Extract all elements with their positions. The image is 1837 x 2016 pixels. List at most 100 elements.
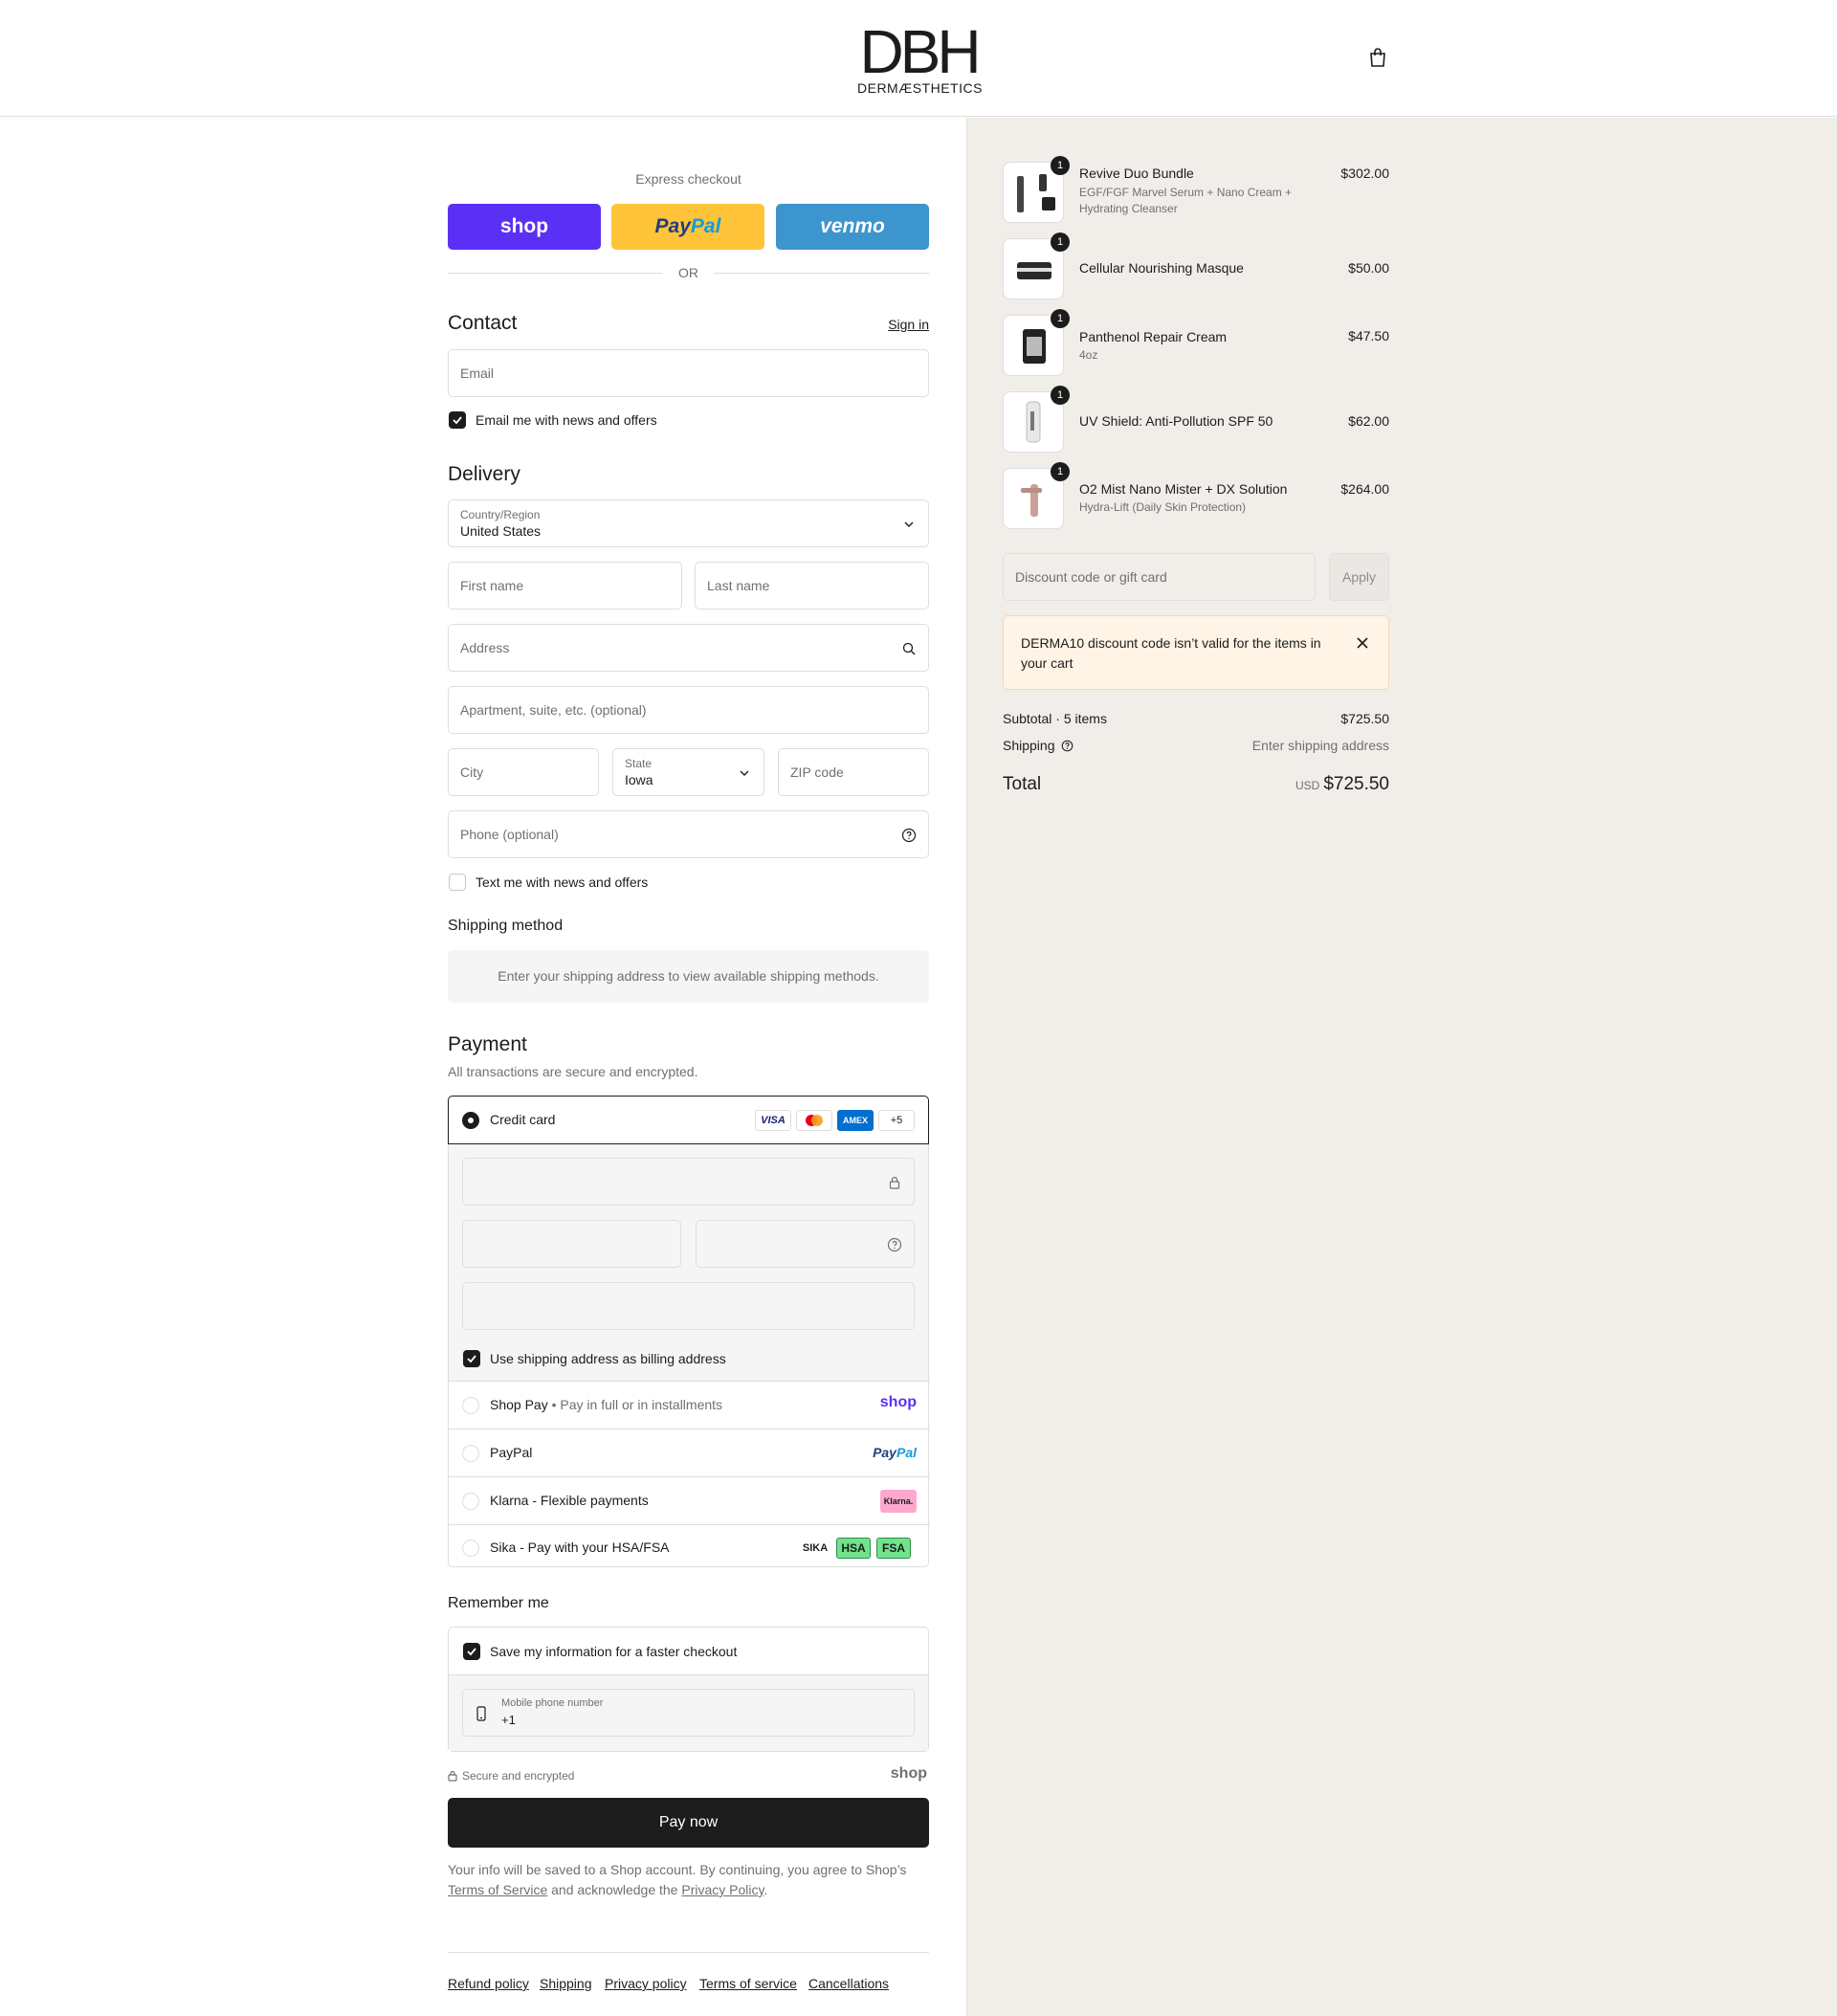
security-code-field[interactable] <box>696 1220 915 1268</box>
discount-error-notice: DERMA10 discount code isn’t valid for th… <box>1003 615 1389 690</box>
email-news-label: Email me with news and offers <box>476 412 657 428</box>
apartment-placeholder: Apartment, suite, etc. (optional) <box>460 702 647 718</box>
mobile-phone-icon <box>476 1706 486 1721</box>
legal-text-b: and acknowledge the <box>551 1882 678 1897</box>
shop-pay-radio[interactable] <box>462 1397 479 1414</box>
paypal-option[interactable]: PayPal PayPal <box>449 1429 930 1476</box>
first-name-field[interactable]: First name <box>448 562 682 609</box>
klarna-radio[interactable] <box>462 1493 479 1510</box>
legal-text-a: Your info will be saved to a Shop accoun… <box>448 1862 907 1877</box>
shop-logo: shop <box>499 215 549 237</box>
refund-policy-link[interactable]: Refund policy <box>448 1976 529 1991</box>
mobile-panel: Mobile phone number +1 <box>449 1674 928 1751</box>
item-name: O2 Mist Nano Mister + DX Solution <box>1079 481 1288 497</box>
state-select[interactable]: State Iowa <box>612 748 764 796</box>
shipping-method-info: Enter your shipping address to view avai… <box>448 950 929 1003</box>
save-info-checkbox[interactable] <box>463 1643 480 1660</box>
shop-logo: shop <box>890 1765 927 1782</box>
paypal-express-button[interactable]: Pay Pal <box>611 204 764 250</box>
terms-of-service-footer-link[interactable]: Terms of service <box>699 1976 797 1991</box>
terms-of-service-link[interactable]: Terms of Service <box>448 1882 547 1897</box>
item-name: Panthenol Repair Cream <box>1079 329 1228 344</box>
save-info-label: Save my information for a faster checkou… <box>490 1644 738 1659</box>
secure-text: Secure and encrypted <box>462 1769 575 1783</box>
shop-pay-express-button[interactable]: shop <box>448 204 601 250</box>
chevron-down-icon <box>740 770 749 776</box>
discount-error-text: DERMA10 discount code isn’t valid for th… <box>1021 635 1321 671</box>
cancellations-link[interactable]: Cancellations <box>808 1976 889 1991</box>
pay-now-button[interactable]: Pay now <box>448 1798 929 1848</box>
privacy-policy-footer-link[interactable]: Privacy policy <box>605 1976 687 1991</box>
shop-pay-option[interactable]: Shop Pay • Pay in full or in installment… <box>449 1381 930 1429</box>
credit-card-radio[interactable] <box>462 1112 479 1129</box>
amex-icon: AMEX <box>837 1110 874 1131</box>
sign-in-link[interactable]: Sign in <box>888 317 929 332</box>
mobile-phone-field[interactable]: Mobile phone number +1 <box>462 1689 915 1737</box>
mobile-phone-label: Mobile phone number <box>501 1697 604 1709</box>
item-name: UV Shield: Anti-Pollution SPF 50 <box>1079 413 1273 429</box>
state-label: State <box>625 757 653 770</box>
legal-text-c: . <box>764 1882 768 1897</box>
help-icon[interactable] <box>901 828 917 843</box>
zip-field[interactable]: ZIP code <box>778 748 929 796</box>
billing-address-label: Use shipping address as billing address <box>490 1351 726 1366</box>
text-news-checkbox[interactable] <box>449 874 466 891</box>
shopping-bag-icon[interactable] <box>1367 47 1388 68</box>
payment-heading: Payment <box>448 1033 527 1055</box>
city-field[interactable]: City <box>448 748 599 796</box>
klarna-option[interactable]: Klarna - Flexible payments Klarna. <box>449 1476 930 1524</box>
address-placeholder: Address <box>460 640 510 655</box>
total-value: $725.50 <box>1323 774 1389 794</box>
help-icon[interactable] <box>1061 740 1073 752</box>
total-value-group: USD $725.50 <box>1295 774 1389 795</box>
country-select[interactable]: Country/Region United States <box>448 499 929 547</box>
email-placeholder: Email <box>460 366 495 381</box>
shipping-link[interactable]: Shipping <box>540 1976 592 1991</box>
shop-pay-name: Shop Pay <box>490 1397 548 1412</box>
venmo-express-button[interactable]: venmo <box>776 204 929 250</box>
express-checkout-title: Express checkout <box>635 171 741 187</box>
last-name-field[interactable]: Last name <box>695 562 929 609</box>
sika-option[interactable]: Sika - Pay with your HSA/FSA SIKA HSA FS… <box>449 1524 930 1568</box>
apply-discount-button[interactable]: Apply <box>1329 553 1389 601</box>
item-price: $264.00 <box>1340 481 1389 497</box>
quantity-badge: 1 <box>1051 309 1070 328</box>
apartment-field[interactable]: Apartment, suite, etc. (optional) <box>448 686 929 734</box>
help-icon[interactable] <box>887 1237 902 1252</box>
close-icon[interactable] <box>1356 636 1369 650</box>
billing-address-checkbox[interactable] <box>463 1350 480 1367</box>
sika-radio[interactable] <box>462 1540 479 1557</box>
paypal-radio[interactable] <box>462 1445 479 1462</box>
email-field[interactable]: Email <box>448 349 929 397</box>
country-label: Country/Region <box>460 508 541 521</box>
credit-card-label: Credit card <box>490 1112 556 1127</box>
fsa-logo: FSA <box>876 1538 911 1559</box>
privacy-policy-link[interactable]: Privacy Policy <box>681 1882 764 1897</box>
email-news-checkbox[interactable] <box>449 411 466 429</box>
phone-placeholder: Phone (optional) <box>460 827 559 842</box>
card-number-field[interactable] <box>462 1158 915 1206</box>
total-currency: USD <box>1295 779 1320 792</box>
brand-tagline: DERMÆSTHETICS <box>857 80 983 96</box>
address-field[interactable]: Address <box>448 624 929 672</box>
expiration-field[interactable] <box>462 1220 681 1268</box>
brand-logo[interactable]: DBH DERMÆSTHETICS <box>857 21 983 96</box>
shipping-label-text: Shipping <box>1003 738 1055 753</box>
subtotal-label: Subtotal · 5 items <box>1003 711 1107 726</box>
quantity-badge: 1 <box>1051 156 1070 175</box>
more-cards-badge: +5 <box>878 1110 915 1131</box>
lock-icon <box>889 1176 900 1189</box>
card-fields-panel: Use shipping address as billing address <box>449 1144 928 1381</box>
phone-field[interactable]: Phone (optional) <box>448 810 929 858</box>
klarna-label: Klarna - Flexible payments <box>490 1493 649 1508</box>
shop-pay-logo: shop <box>879 1394 917 1410</box>
divider-line <box>714 273 929 274</box>
name-on-card-field[interactable] <box>462 1282 915 1330</box>
remember-me-box: Save my information for a faster checkou… <box>448 1627 929 1752</box>
discount-code-input[interactable]: Discount code or gift card <box>1003 553 1316 601</box>
discount-placeholder: Discount code or gift card <box>1015 569 1167 585</box>
text-news-label: Text me with news and offers <box>476 875 649 890</box>
shipping-value: Enter shipping address <box>1251 738 1389 753</box>
item-name: Cellular Nourishing Masque <box>1079 260 1244 276</box>
credit-card-option[interactable]: Credit card VISA AMEX +5 <box>448 1096 929 1144</box>
